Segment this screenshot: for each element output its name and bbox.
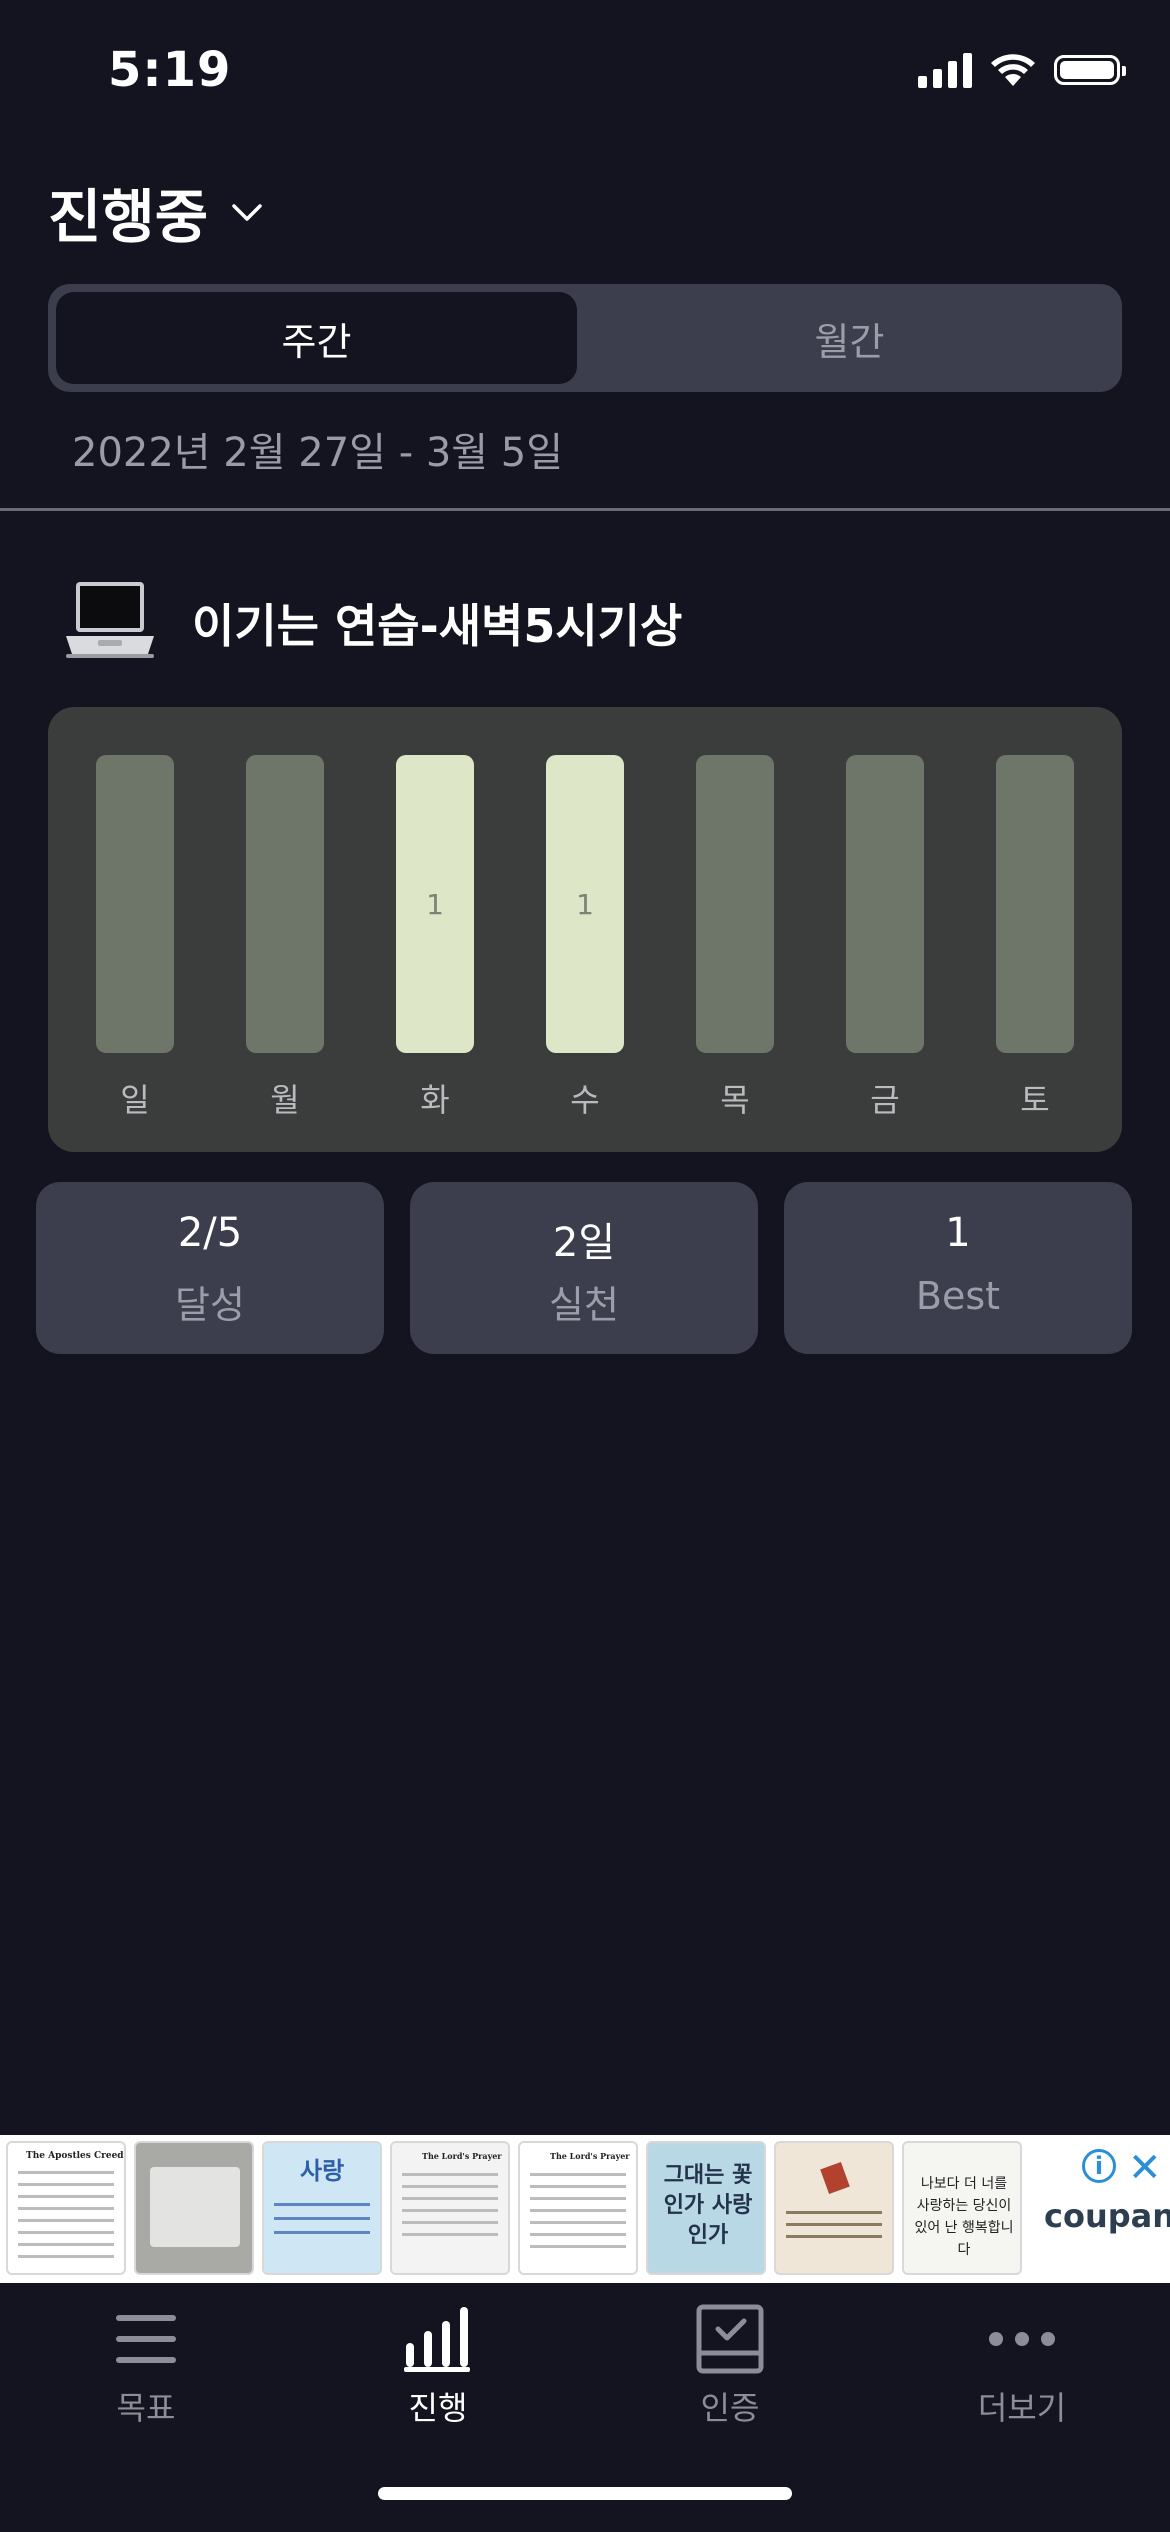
chart-day-label: 금	[870, 1081, 900, 1119]
chart-bar-4: 1	[546, 755, 624, 1053]
chart-bar-3: 1	[396, 755, 474, 1053]
ad-thumb-text: 나보다 더 너를 사랑하는 당신이 있어 난 행복합니다	[914, 2176, 1014, 2258]
ad-info-icon[interactable]: i	[1082, 2149, 1116, 2183]
tab-label: 목표	[116, 2389, 176, 2427]
ad-product-thumb[interactable]: The Lord's Prayer	[390, 2141, 510, 2275]
stat-value: 1	[945, 1210, 971, 1256]
chart-day-label: 토	[1020, 1081, 1050, 1119]
ad-thumb-text: The Lord's Prayer	[550, 2151, 630, 2161]
tab-label: 더보기	[977, 2389, 1067, 2427]
home-indicator	[378, 2487, 792, 2500]
tab-goals[interactable]: 목표	[46, 2303, 246, 2429]
list-icon	[116, 2315, 176, 2363]
ad-brand: coupang	[1044, 2197, 1170, 2235]
tab-label: 인증	[700, 2389, 760, 2427]
ad-thumb-text: 사랑	[300, 2157, 345, 2185]
chart-bar-2	[246, 755, 324, 1053]
status-filter-dropdown[interactable]: 진행중	[48, 170, 264, 254]
goal-title: 이기는 연습-새벽5시기상	[192, 599, 683, 653]
chart-day-label: 월	[270, 1081, 300, 1119]
ad-product-thumb[interactable]	[134, 2141, 254, 2275]
stat-value: 2/5	[177, 1210, 243, 1256]
chart-day-label: 화	[420, 1081, 450, 1119]
tab-more[interactable]: 더보기	[922, 2303, 1122, 2429]
ad-close-icon[interactable]: ✕	[1128, 2145, 1162, 2191]
ad-product-thumb[interactable]: The Lord's Prayer	[518, 2141, 638, 2275]
more-dots-icon	[989, 2332, 1055, 2346]
page-title: 진행중	[48, 183, 209, 251]
ad-product-thumb[interactable]: 사랑	[262, 2141, 382, 2275]
tab-progress[interactable]: 진행	[338, 2303, 538, 2429]
tab-monthly[interactable]: 월간	[585, 292, 1114, 384]
ad-thumb-text: The Apostles Creed	[26, 2151, 124, 2161]
ad-thumb-text: The Lord's Prayer	[422, 2151, 502, 2161]
chart-bar-7	[996, 755, 1074, 1053]
chevron-down-icon	[232, 204, 262, 221]
ad-product-thumb[interactable]: 그대는 꽃인가 사랑인가	[646, 2141, 766, 2275]
stat-label: Best	[915, 1274, 1001, 1318]
signal-icon	[918, 52, 972, 88]
chart-bar-1	[96, 755, 174, 1053]
tab-verify[interactable]: 인증	[630, 2303, 830, 2429]
period-segment-control: 주간 월간	[48, 284, 1122, 392]
stat-value: 2일	[552, 1220, 616, 1266]
chart-day-label: 일	[120, 1081, 150, 1119]
divider	[0, 508, 1170, 511]
chart-bar-6	[846, 755, 924, 1053]
tab-weekly[interactable]: 주간	[56, 292, 577, 384]
status-icons	[918, 52, 1126, 88]
stat-card-practice: 2일 실천	[410, 1182, 758, 1354]
ad-banner[interactable]: The Apostles Creed 사랑 The Lord's Prayer …	[0, 2135, 1170, 2283]
ad-product-thumb[interactable]: The Apostles Creed	[6, 2141, 126, 2275]
chart-day-label: 수	[570, 1081, 600, 1119]
weekly-progress-chart: 일 월 1 화 1 수 목 금 토	[48, 707, 1122, 1152]
wifi-icon	[991, 54, 1035, 86]
ad-product-thumb[interactable]: 나보다 더 너를 사랑하는 당신이 있어 난 행복합니다	[902, 2141, 1022, 2275]
bar-chart-icon	[404, 2307, 470, 2372]
battery-icon	[1054, 55, 1126, 85]
chart-bar-5	[696, 755, 774, 1053]
stat-label: 실천	[549, 1283, 619, 1327]
ad-product-thumb[interactable]	[774, 2141, 894, 2275]
chart-day-label: 목	[720, 1081, 750, 1119]
stat-card-best: 1 Best	[784, 1182, 1132, 1354]
stat-card-achievement: 2/5 달성	[36, 1182, 384, 1354]
stat-label: 달성	[175, 1283, 245, 1327]
tab-label: 진행	[408, 2389, 468, 2427]
check-box-icon	[696, 2304, 764, 2374]
date-range: 2022년 2월 27일 - 3월 5일	[72, 430, 564, 476]
status-time: 5:19	[108, 42, 232, 98]
laptop-icon	[66, 582, 154, 658]
ad-thumb-text: 그대는 꽃인가 사랑인가	[663, 2163, 753, 2248]
